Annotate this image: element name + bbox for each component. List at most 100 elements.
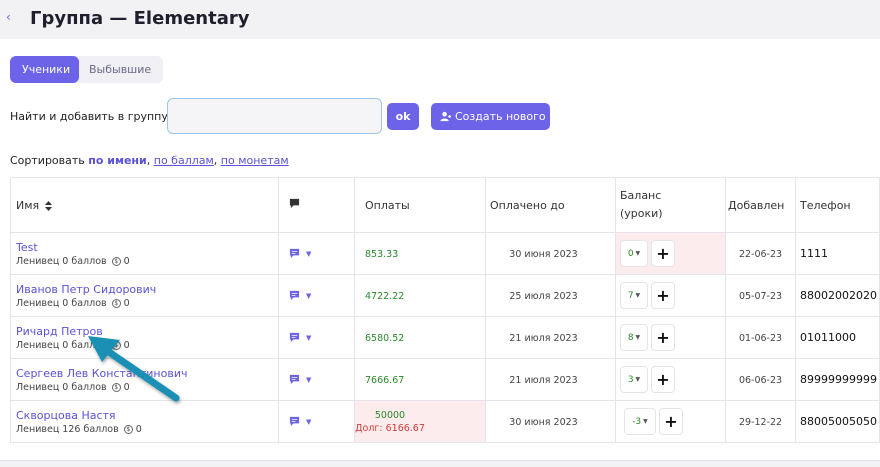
chevron-down-icon: ▼ — [635, 334, 641, 341]
ok-button[interactable]: ok — [387, 103, 419, 130]
coin-icon: $ — [111, 256, 121, 266]
add-user-icon — [440, 111, 451, 122]
header-payments: Оплаты — [354, 177, 486, 233]
cell-phone: 88002002020 — [795, 274, 880, 317]
added-value: 01-06-23 — [738, 333, 783, 344]
student-name-link[interactable]: Иванов Петр Сидорович — [16, 283, 278, 296]
student-name-link[interactable]: Скворцова Настя — [16, 409, 278, 422]
table-row: Иванов Петр Сидорович Ленивец 0 баллов $… — [10, 274, 880, 317]
message-dropdown[interactable]: ▼ — [289, 332, 354, 343]
header-name[interactable]: Имя — [10, 177, 279, 233]
add-lesson-button[interactable]: + — [659, 408, 683, 435]
payment-value: 6580.52 — [365, 333, 405, 344]
message-dropdown[interactable]: ▼ — [289, 374, 354, 385]
sort-separator: , — [146, 154, 151, 167]
cell-added: 22-06-23 — [725, 232, 796, 275]
create-new-button[interactable]: Создать нового — [431, 103, 550, 130]
header-balance-line2: (уроки) — [620, 207, 663, 220]
annotation-arrow — [88, 336, 180, 402]
sort-by-coins-link[interactable]: по монетам — [221, 154, 289, 167]
chevron-down-icon: ▼ — [306, 417, 312, 426]
cell-message: ▼ — [278, 274, 355, 317]
balance-dropdown[interactable]: -3 ▼ — [624, 408, 656, 435]
chevron-down-icon: ▼ — [306, 333, 312, 342]
sort-by-points-link[interactable]: по баллам — [154, 154, 214, 167]
add-lesson-button[interactable]: + — [651, 240, 675, 267]
header-name-label: Имя — [16, 198, 40, 212]
student-points-label: Ленивец 0 баллов — [16, 297, 107, 309]
payment-value: 7666.67 — [365, 375, 405, 386]
table-row: Test Ленивец 0 баллов $ 0 ▼ 853.33 30 ию… — [10, 232, 880, 275]
cell-paid-until: 30 июня 2023 — [485, 400, 616, 443]
payment-value: 50000 — [374, 409, 406, 421]
paid-until-value: 30 июня 2023 — [509, 249, 578, 260]
coin-icon: $ — [111, 298, 121, 308]
cell-balance: 3 ▼ + — [615, 358, 726, 401]
page-title: Группа — Elementary — [30, 8, 250, 29]
student-points: Ленивец 0 баллов $ 0 — [16, 298, 278, 309]
header-messages — [278, 177, 355, 233]
cell-added: 01-06-23 — [725, 316, 796, 359]
message-dropdown[interactable]: ▼ — [289, 248, 354, 259]
payment-value: 4722.22 — [365, 291, 405, 302]
chevron-down-icon: ▼ — [306, 249, 312, 258]
plus-icon: + — [656, 286, 670, 305]
search-label: Найти и добавить в группу: — [10, 110, 172, 123]
plus-icon: + — [656, 370, 670, 389]
cell-name: Иванов Петр Сидорович Ленивец 0 баллов $… — [10, 274, 279, 317]
student-points: Ленивец 0 баллов $ 0 — [16, 256, 278, 267]
cell-phone: 1111 — [795, 232, 880, 275]
header-balance-line1: Баланс — [620, 189, 662, 202]
chat-icon — [289, 290, 300, 301]
plus-icon: + — [656, 328, 670, 347]
cell-balance: -3 ▼ + — [615, 400, 726, 443]
message-dropdown[interactable]: ▼ — [289, 290, 354, 301]
balance-dropdown[interactable]: 3 ▼ — [620, 366, 648, 393]
phone-value: 01011000 — [800, 331, 856, 344]
cell-message: ▼ — [278, 358, 355, 401]
chevron-down-icon: ▼ — [635, 250, 641, 257]
cell-message: ▼ — [278, 316, 355, 359]
add-lesson-button[interactable]: + — [651, 324, 675, 351]
header-added: Добавлен — [725, 177, 796, 233]
cell-paid-until: 21 июля 2023 — [485, 358, 616, 401]
paid-until-value: 21 июля 2023 — [509, 333, 578, 344]
cell-added: 06-06-23 — [725, 358, 796, 401]
cell-payment: 50000 Долг: 6166.67 — [354, 400, 486, 443]
sort-prefix: Сортировать — [10, 154, 85, 167]
search-input[interactable] — [167, 98, 382, 134]
cell-paid-until: 21 июля 2023 — [485, 316, 616, 359]
balance-value: 8 — [627, 332, 634, 343]
header-paid-until: Оплачено до — [485, 177, 616, 233]
cell-balance: 8 ▼ + — [615, 316, 726, 359]
header-balance: Баланс (уроки) — [615, 177, 726, 233]
cell-phone: 89999999999 — [795, 358, 880, 401]
sort-by-name-link[interactable]: по имени — [88, 154, 146, 167]
sort-icon[interactable] — [44, 200, 52, 211]
balance-dropdown[interactable]: 0 ▼ — [620, 240, 648, 267]
balance-dropdown[interactable]: 8 ▼ — [620, 324, 648, 351]
chat-icon — [289, 198, 300, 209]
chevron-down-icon: ▼ — [635, 376, 641, 383]
debt-value: Долг: 6166.67 — [355, 422, 425, 434]
add-lesson-button[interactable]: + — [651, 282, 675, 309]
sort-options: Сортировать по имени, по баллам, по моне… — [10, 154, 289, 167]
balance-value: 7 — [627, 290, 634, 301]
added-value: 22-06-23 — [738, 249, 783, 260]
added-value: 06-06-23 — [738, 375, 783, 386]
paid-until-value: 25 июля 2023 — [509, 291, 578, 302]
chevron-down-icon: ▼ — [306, 291, 312, 300]
chat-icon — [289, 416, 300, 427]
chat-icon — [289, 332, 300, 343]
add-lesson-button[interactable]: + — [651, 366, 675, 393]
create-new-label: Создать нового — [455, 110, 546, 123]
cell-payment: 4722.22 — [354, 274, 486, 317]
student-name-link[interactable]: Test — [16, 241, 278, 254]
phone-value: 88002002020 — [800, 289, 877, 302]
balance-dropdown[interactable]: 7 ▼ — [620, 282, 648, 309]
back-chevron-icon[interactable]: ‹ — [6, 10, 11, 24]
header-phone: Телефон — [795, 177, 880, 233]
tab-dropped[interactable]: Выбывшие — [79, 56, 161, 83]
cell-paid-until: 30 июня 2023 — [485, 232, 616, 275]
tab-students[interactable]: Ученики — [10, 56, 79, 83]
